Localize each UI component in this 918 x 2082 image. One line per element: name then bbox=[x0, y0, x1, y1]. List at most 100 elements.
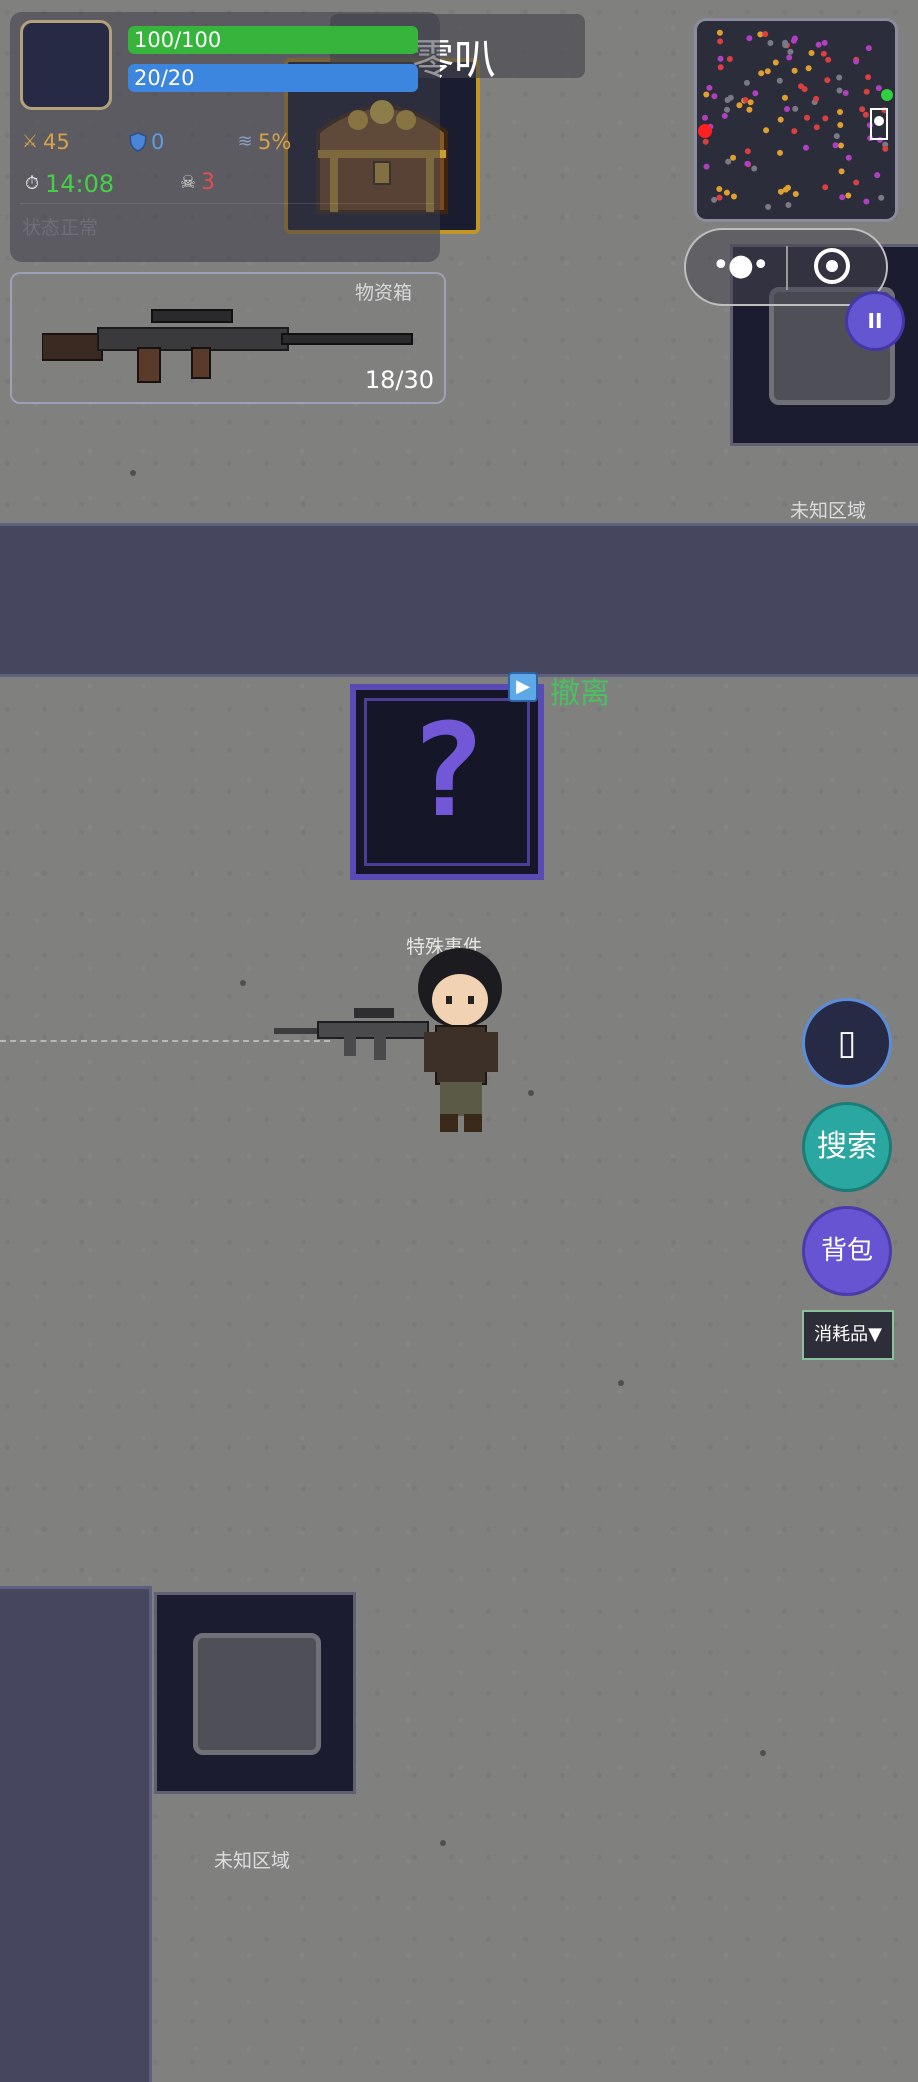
side-wall bbox=[0, 1586, 152, 2082]
minimap-dot bbox=[727, 94, 734, 101]
minimap-dot bbox=[746, 35, 753, 42]
minimap-dot bbox=[736, 102, 743, 109]
minimap-dot bbox=[813, 95, 820, 102]
pause-button[interactable]: II bbox=[848, 294, 902, 348]
minimap-dot bbox=[863, 198, 870, 205]
evacuate-label[interactable]: 撤离 bbox=[550, 668, 610, 712]
stopwatch-icon: ⏱ bbox=[24, 173, 40, 194]
minimap-dot bbox=[825, 56, 832, 63]
minimap-dot bbox=[716, 194, 723, 201]
target-icon[interactable] bbox=[814, 248, 850, 284]
ground-speck bbox=[760, 1750, 766, 1756]
play-icon: ▶ bbox=[508, 672, 538, 702]
unknown-area-label: 未知区域 bbox=[790, 500, 867, 522]
minimap-dot bbox=[822, 115, 829, 122]
question-mark: ? bbox=[408, 697, 486, 846]
minimap-dot bbox=[833, 133, 840, 140]
minimap-dot bbox=[764, 68, 771, 75]
hud-divider bbox=[20, 203, 435, 204]
search-button[interactable]: 搜索 bbox=[802, 1102, 892, 1192]
minimap-dot bbox=[837, 109, 843, 115]
minimap-dot bbox=[836, 87, 843, 94]
minimap-dot bbox=[865, 74, 872, 81]
defense-stat: 0 bbox=[128, 130, 164, 154]
minimap-dot bbox=[787, 48, 794, 55]
minimap-dot bbox=[702, 138, 709, 145]
minimap-dot bbox=[798, 83, 804, 90]
skill-button[interactable]: ▯ bbox=[802, 998, 892, 1088]
avatar[interactable] bbox=[20, 20, 112, 110]
minimap-dot bbox=[702, 114, 708, 121]
minimap-dot bbox=[711, 196, 718, 203]
minimap-dot bbox=[865, 45, 872, 52]
unknown-room-tile[interactable] bbox=[154, 1592, 356, 1794]
minimap-dot bbox=[730, 154, 737, 161]
minimap-dot bbox=[863, 88, 870, 95]
state-text: 状态正常 bbox=[22, 217, 99, 239]
minimap-dot bbox=[837, 122, 844, 128]
minimap-dot bbox=[803, 144, 809, 151]
minimap-dot bbox=[772, 59, 779, 66]
swords-icon: ⚔ bbox=[21, 131, 39, 152]
dodge-icon: ≋ bbox=[237, 131, 253, 152]
minimap-dot bbox=[767, 40, 774, 46]
mini-program-capsule: •●• bbox=[684, 228, 888, 306]
minimap[interactable] bbox=[694, 18, 898, 222]
skull-icon: ☠ bbox=[179, 171, 197, 193]
minimap-dot bbox=[703, 163, 710, 170]
minimap-dot bbox=[839, 194, 846, 201]
minimap-dot bbox=[777, 149, 783, 156]
minimap-dot bbox=[853, 58, 860, 65]
minimap-dot bbox=[838, 142, 844, 149]
timer-value: 14:08 bbox=[45, 170, 115, 198]
minimap-dot bbox=[723, 189, 730, 196]
ground-speck bbox=[528, 1090, 534, 1096]
minimap-dot bbox=[813, 124, 820, 131]
room-floor bbox=[193, 1633, 321, 1755]
shield-icon bbox=[128, 132, 148, 152]
ground-speck bbox=[440, 1840, 446, 1846]
ground-speck bbox=[618, 1380, 624, 1386]
minimap-dot bbox=[875, 85, 882, 92]
minimap-dot bbox=[792, 105, 799, 112]
minimap-dot bbox=[725, 158, 732, 165]
minimap-dot bbox=[777, 116, 784, 123]
more-icon[interactable]: •●• bbox=[712, 248, 770, 283]
minimap-dot bbox=[878, 194, 885, 201]
ground-speck bbox=[130, 470, 136, 476]
minimap-dot bbox=[731, 193, 737, 200]
hp-bar: 100/100 bbox=[128, 26, 418, 54]
minimap-dot bbox=[776, 77, 783, 84]
minimap-dot bbox=[859, 106, 866, 113]
minimap-dot bbox=[786, 54, 793, 61]
minimap-dots bbox=[698, 29, 893, 210]
minimap-dot bbox=[838, 168, 845, 175]
minimap-dot bbox=[744, 160, 751, 167]
minimap-dot bbox=[808, 50, 815, 56]
minimap-dot bbox=[842, 90, 849, 96]
consumables-dropdown[interactable]: 消耗品▼ bbox=[802, 1310, 894, 1360]
special-event-box[interactable]: ? bbox=[350, 684, 544, 880]
minimap-dot bbox=[721, 113, 728, 119]
kills-stat: ☠ 3 bbox=[178, 170, 215, 195]
minimap-dot bbox=[832, 142, 839, 149]
minimap-dot bbox=[751, 165, 758, 172]
ammo-count: 18/30 bbox=[364, 366, 434, 394]
minimap-dot bbox=[724, 106, 730, 113]
minimap-dot bbox=[820, 50, 827, 57]
backpack-button[interactable]: 背包 bbox=[802, 1206, 892, 1296]
minimap-dot bbox=[758, 70, 765, 77]
minimap-dot bbox=[874, 172, 881, 179]
weapon-panel[interactable]: 物资箱 18/30 bbox=[10, 272, 446, 404]
minimap-dot bbox=[845, 154, 852, 161]
ground-speck bbox=[240, 980, 246, 986]
minimap-dot bbox=[785, 202, 792, 208]
hp-text: 100/100 bbox=[134, 28, 222, 52]
minimap-player-marker bbox=[874, 116, 884, 126]
minimap-dot bbox=[804, 114, 810, 121]
minimap-dot bbox=[763, 127, 770, 134]
minimap-dot bbox=[805, 65, 812, 72]
minimap-dot bbox=[836, 74, 843, 81]
minimap-dot bbox=[777, 188, 784, 195]
dodge-stat: ≋ 5% bbox=[235, 130, 291, 154]
